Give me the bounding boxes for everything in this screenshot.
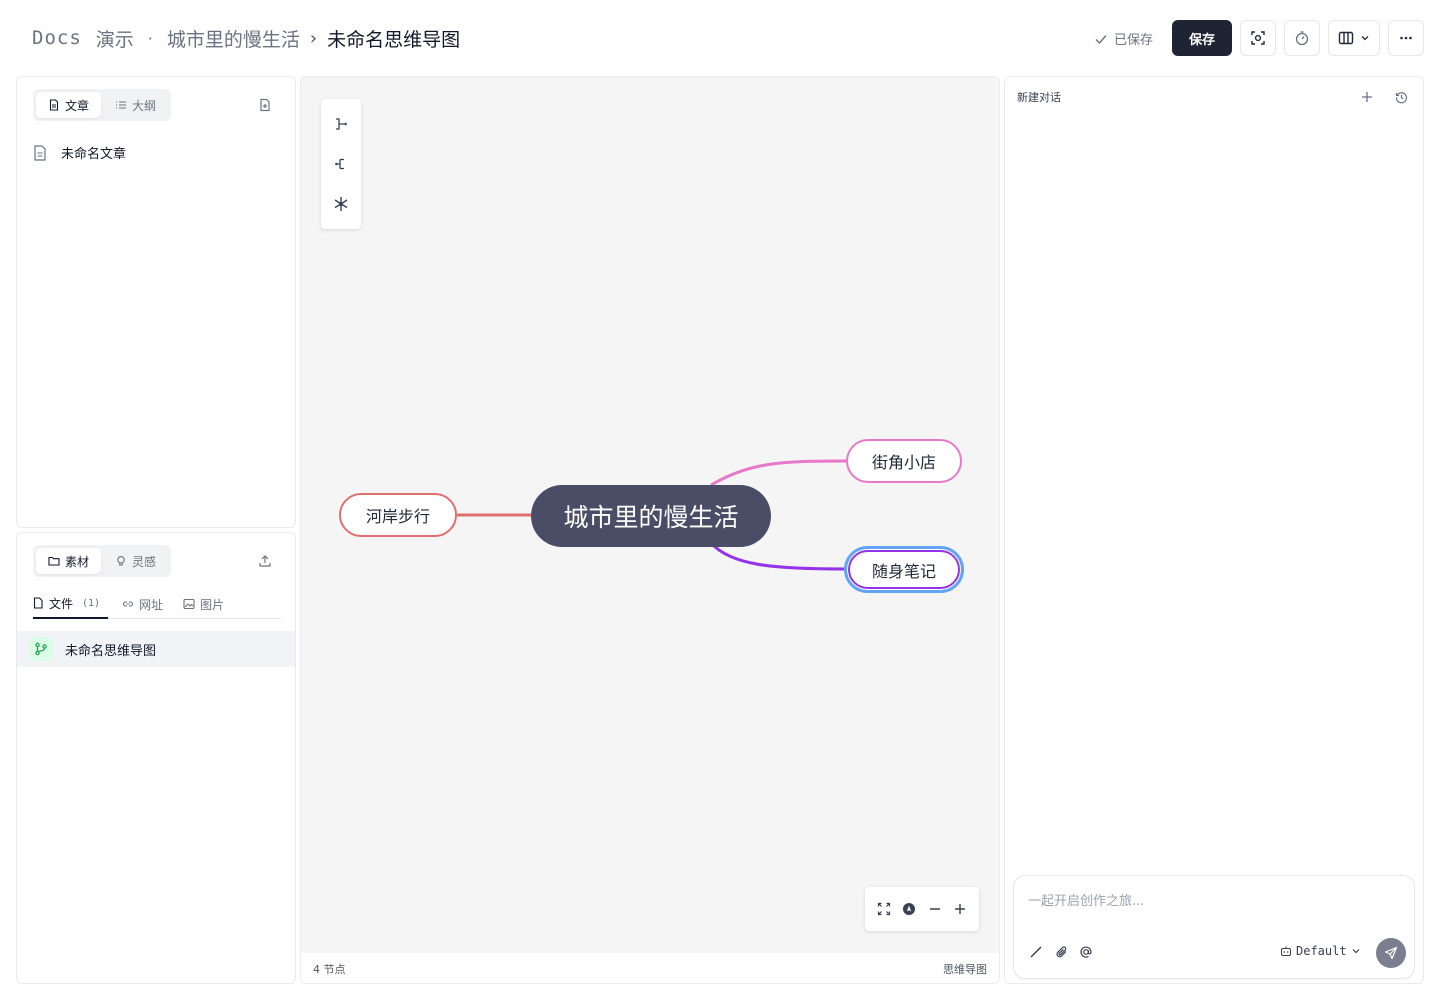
breadcrumb: Docs 演示 · 城市里的慢生活 › 未命名思维导图 (32, 22, 460, 54)
at-icon (1080, 946, 1092, 958)
brand-logo[interactable]: Docs (32, 27, 82, 49)
node-corner-shop[interactable]: 街角小店 (846, 439, 962, 483)
tab-articles[interactable]: 文章 (36, 92, 102, 118)
tab-inspiration-label: 灵感 (132, 554, 157, 569)
node-count: 4 节点 (313, 963, 346, 976)
materials-subtabs: 文件 (1) 网址 图片 (33, 589, 281, 619)
bot-icon (1281, 946, 1291, 956)
send-icon (1384, 946, 1398, 960)
tab-outline[interactable]: 大纲 (103, 92, 168, 118)
breadcrumb-chevron-icon: › (309, 27, 318, 49)
plus-icon (1362, 92, 1372, 102)
new-article-button[interactable] (253, 93, 277, 117)
list-icon (116, 101, 127, 109)
minus-icon (929, 908, 940, 910)
connector-corner-shop (710, 459, 848, 487)
upload-button[interactable] (253, 549, 277, 573)
focus-icon (1251, 31, 1265, 45)
node-riverside[interactable]: 河岸步行 (339, 493, 457, 537)
tab-materials[interactable]: 素材 (36, 548, 102, 574)
articles-panel: 文章 大纲 未命名文章 (16, 76, 296, 528)
document-title: 未命名文章 (61, 147, 127, 162)
check-icon (1095, 34, 1107, 44)
chat-input-box: 一起开启创作之旅... Default (1013, 875, 1415, 979)
subtab-files-count: (1) (82, 597, 101, 609)
document-type: 思维导图 (943, 963, 987, 976)
zoom-out-button[interactable] (924, 898, 946, 920)
file-icon (49, 99, 59, 111)
breadcrumb-workspace[interactable]: 演示 (96, 25, 134, 52)
new-doc-icon (260, 98, 270, 112)
attach-button[interactable] (1052, 942, 1072, 962)
model-name: Default (1296, 944, 1347, 958)
more-button[interactable] (1388, 20, 1424, 56)
save-button[interactable]: 保存 (1172, 20, 1232, 56)
file-title: 未命名思维导图 (65, 643, 157, 659)
new-chat-button[interactable] (1355, 87, 1379, 107)
subtab-files[interactable]: 文件 (1) (33, 589, 109, 619)
columns-icon (1338, 31, 1354, 45)
materials-panel: 素材 灵感 文件 (1) 网址 图片 未命名思维导图 (16, 532, 296, 984)
subtab-images-label: 图片 (200, 597, 225, 612)
chat-input[interactable]: 一起开启创作之旅... (1028, 890, 1144, 909)
fit-view-button[interactable] (873, 898, 895, 920)
mindmap-canvas[interactable]: 城市里的慢生活 街角小店 随身笔记 河岸步行 4 节点 思维导图 (300, 76, 1000, 984)
list-item[interactable]: 未命名思维导图 (17, 631, 295, 667)
chevron-down-icon (1352, 949, 1360, 954)
top-bar: Docs 演示 · 城市里的慢生活 › 未命名思维导图 已保存 保存 (0, 0, 1440, 72)
model-selector[interactable]: Default (1280, 944, 1361, 958)
chat-title: 新建对话 (1017, 91, 1061, 104)
tab-materials-label: 素材 (65, 554, 90, 569)
subtab-images[interactable]: 图片 (183, 589, 232, 619)
file-icon (33, 597, 43, 609)
folder-icon (48, 556, 60, 566)
focus-button[interactable] (1240, 20, 1276, 56)
node-notes-selected[interactable]: 随身笔记 (844, 546, 964, 593)
bulb-icon (117, 556, 125, 566)
image-icon (183, 598, 195, 610)
more-icon (1400, 36, 1412, 40)
breadcrumb-project[interactable]: 城市里的慢生活 (167, 25, 300, 52)
locate-icon (903, 903, 916, 915)
plus-icon (955, 904, 966, 914)
locate-button[interactable] (898, 898, 920, 920)
history-icon (1395, 91, 1407, 103)
file-icon (34, 144, 46, 161)
mindmap-file-icon (29, 637, 53, 661)
zoom-controls (865, 887, 979, 931)
root-node[interactable]: 城市里的慢生活 (531, 485, 771, 547)
chevron-down-icon (1361, 36, 1369, 41)
canvas-status-bar: 4 节点 思维导图 (301, 953, 999, 983)
subtab-links[interactable]: 网址 (122, 589, 171, 619)
tab-outline-label: 大纲 (132, 98, 157, 113)
send-button[interactable] (1376, 938, 1406, 968)
slash-icon (1030, 946, 1042, 958)
mention-button[interactable] (1076, 942, 1096, 962)
layout-toggle-button[interactable] (1328, 20, 1380, 56)
list-item[interactable]: 未命名文章 (33, 143, 126, 162)
tab-articles-label: 文章 (65, 98, 90, 113)
paperclip-icon (1056, 946, 1067, 958)
timer-button[interactable] (1284, 20, 1320, 56)
fit-icon (877, 902, 890, 916)
link-icon (123, 601, 134, 607)
save-status: 已保存 (1094, 29, 1153, 48)
save-status-label: 已保存 (1114, 33, 1154, 48)
breadcrumb-separator: · (147, 28, 153, 48)
chat-panel: 新建对话 一起开启创作之旅... Default (1004, 76, 1424, 984)
articles-tabs: 文章 大纲 (33, 89, 172, 121)
materials-tabs: 素材 灵感 (33, 545, 172, 577)
branch-icon (35, 642, 47, 656)
subtab-links-label: 网址 (139, 597, 164, 612)
node-notes: 随身笔记 (848, 550, 960, 589)
timer-icon (1295, 31, 1309, 46)
tab-inspiration[interactable]: 灵感 (103, 548, 168, 574)
zoom-in-button[interactable] (949, 898, 971, 920)
subtab-files-label: 文件 (49, 596, 74, 611)
upload-icon (259, 555, 271, 567)
command-button[interactable] (1026, 942, 1046, 962)
page-title: 未命名思维导图 (327, 28, 461, 51)
chat-history-button[interactable] (1389, 87, 1413, 107)
